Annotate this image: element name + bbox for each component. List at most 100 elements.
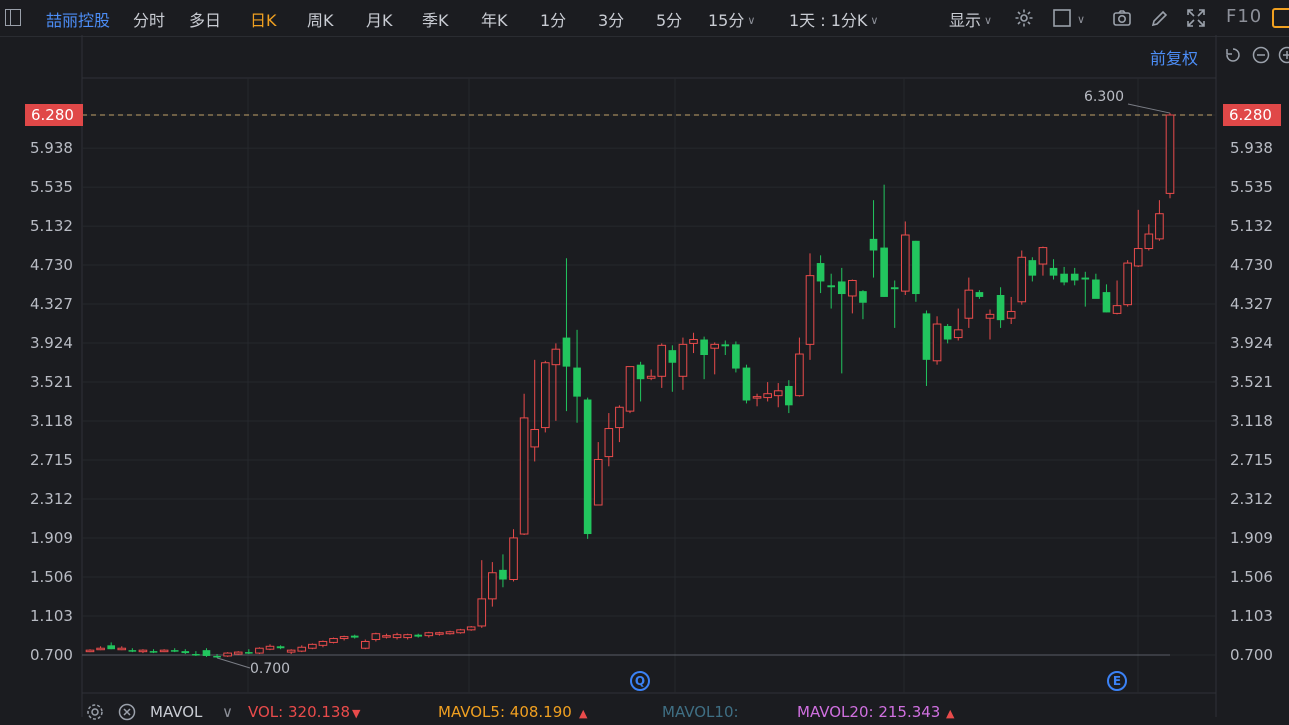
candle[interactable] (764, 382, 772, 401)
candle[interactable] (711, 342, 719, 374)
chevron-down-icon[interactable]: ∨ (222, 703, 233, 721)
candle[interactable] (817, 255, 825, 293)
candle[interactable] (1081, 272, 1089, 307)
candle[interactable] (933, 316, 941, 364)
candle[interactable] (414, 634, 422, 638)
candle[interactable] (224, 652, 232, 657)
candle[interactable] (86, 649, 94, 652)
candle[interactable] (287, 649, 295, 654)
candle[interactable] (976, 290, 984, 299)
candle[interactable] (139, 649, 147, 653)
close-icon[interactable] (118, 703, 136, 725)
candle[interactable] (584, 398, 592, 539)
candle[interactable] (1050, 259, 1058, 279)
candle[interactable] (160, 649, 168, 652)
e-marker[interactable]: E (1107, 671, 1127, 691)
candle[interactable] (404, 634, 412, 640)
candle[interactable] (774, 383, 782, 407)
candle[interactable] (277, 645, 285, 649)
candle[interactable] (700, 337, 708, 380)
candle[interactable] (520, 394, 528, 535)
candle[interactable] (245, 649, 253, 654)
candle[interactable] (785, 380, 793, 413)
q-marker[interactable]: Q (630, 671, 650, 691)
candle[interactable] (541, 361, 549, 433)
candle[interactable] (732, 341, 740, 372)
candle[interactable] (499, 554, 507, 587)
candle[interactable] (753, 394, 761, 407)
candle[interactable] (647, 370, 655, 381)
candle[interactable] (531, 360, 539, 462)
candle[interactable] (1060, 267, 1068, 285)
candle[interactable] (997, 287, 1005, 328)
candle[interactable] (1113, 280, 1121, 314)
candle[interactable] (1039, 247, 1047, 276)
candle[interactable] (319, 640, 327, 647)
candle[interactable] (1103, 284, 1111, 312)
candle[interactable] (944, 324, 952, 343)
candle[interactable] (1124, 260, 1132, 306)
candle[interactable] (256, 647, 264, 654)
candle[interactable] (806, 253, 814, 359)
candle[interactable] (457, 629, 465, 634)
candle[interactable] (340, 636, 348, 641)
candle[interactable] (478, 560, 486, 628)
candle[interactable] (965, 278, 973, 328)
candle[interactable] (467, 626, 475, 631)
candle[interactable] (1071, 268, 1079, 285)
candle[interactable] (425, 632, 433, 638)
candle[interactable] (107, 642, 115, 649)
candle[interactable] (1007, 297, 1015, 324)
mavol-selector[interactable]: MAVOL (150, 703, 202, 721)
candle[interactable] (923, 310, 931, 385)
candle[interactable] (743, 365, 751, 404)
candle[interactable] (298, 645, 306, 652)
candle[interactable] (1018, 250, 1026, 304)
candle[interactable] (266, 644, 274, 650)
candle[interactable] (234, 651, 242, 655)
candle[interactable] (446, 631, 454, 635)
candle[interactable] (849, 280, 857, 314)
candle[interactable] (129, 648, 137, 652)
candle[interactable] (1134, 210, 1142, 267)
candle[interactable] (351, 635, 359, 639)
candle[interactable] (880, 185, 888, 297)
candle[interactable] (309, 643, 317, 649)
candle[interactable] (1145, 224, 1153, 250)
candle[interactable] (1156, 200, 1164, 241)
candle[interactable] (626, 367, 634, 413)
candle[interactable] (838, 268, 846, 373)
candle[interactable] (383, 634, 391, 639)
candle[interactable] (192, 651, 200, 656)
candle[interactable] (181, 649, 189, 654)
candle[interactable] (827, 274, 835, 309)
candle[interactable] (986, 310, 994, 340)
candle[interactable] (658, 343, 666, 388)
candle[interactable] (912, 241, 920, 302)
candle[interactable] (171, 648, 179, 652)
candle[interactable] (594, 442, 602, 505)
candle[interactable] (563, 258, 571, 411)
candle[interactable] (1029, 257, 1037, 281)
candle[interactable] (954, 309, 962, 341)
candlestick-chart[interactable] (0, 0, 1289, 717)
candle[interactable] (1092, 274, 1100, 299)
candle[interactable] (361, 640, 369, 650)
candle[interactable] (372, 633, 380, 642)
candle[interactable] (859, 290, 867, 319)
candle[interactable] (690, 333, 698, 353)
candle[interactable] (97, 646, 105, 650)
settings-icon[interactable] (86, 703, 104, 725)
candle[interactable] (203, 648, 211, 657)
candle[interactable] (118, 646, 126, 650)
candle[interactable] (796, 338, 804, 397)
candle[interactable] (1166, 113, 1174, 198)
candle[interactable] (616, 405, 624, 442)
candle[interactable] (901, 221, 909, 295)
candle[interactable] (150, 649, 158, 653)
candle[interactable] (510, 529, 518, 581)
candle[interactable] (573, 330, 581, 423)
candle[interactable] (436, 632, 444, 636)
candle[interactable] (393, 633, 401, 640)
candle[interactable] (330, 638, 338, 644)
